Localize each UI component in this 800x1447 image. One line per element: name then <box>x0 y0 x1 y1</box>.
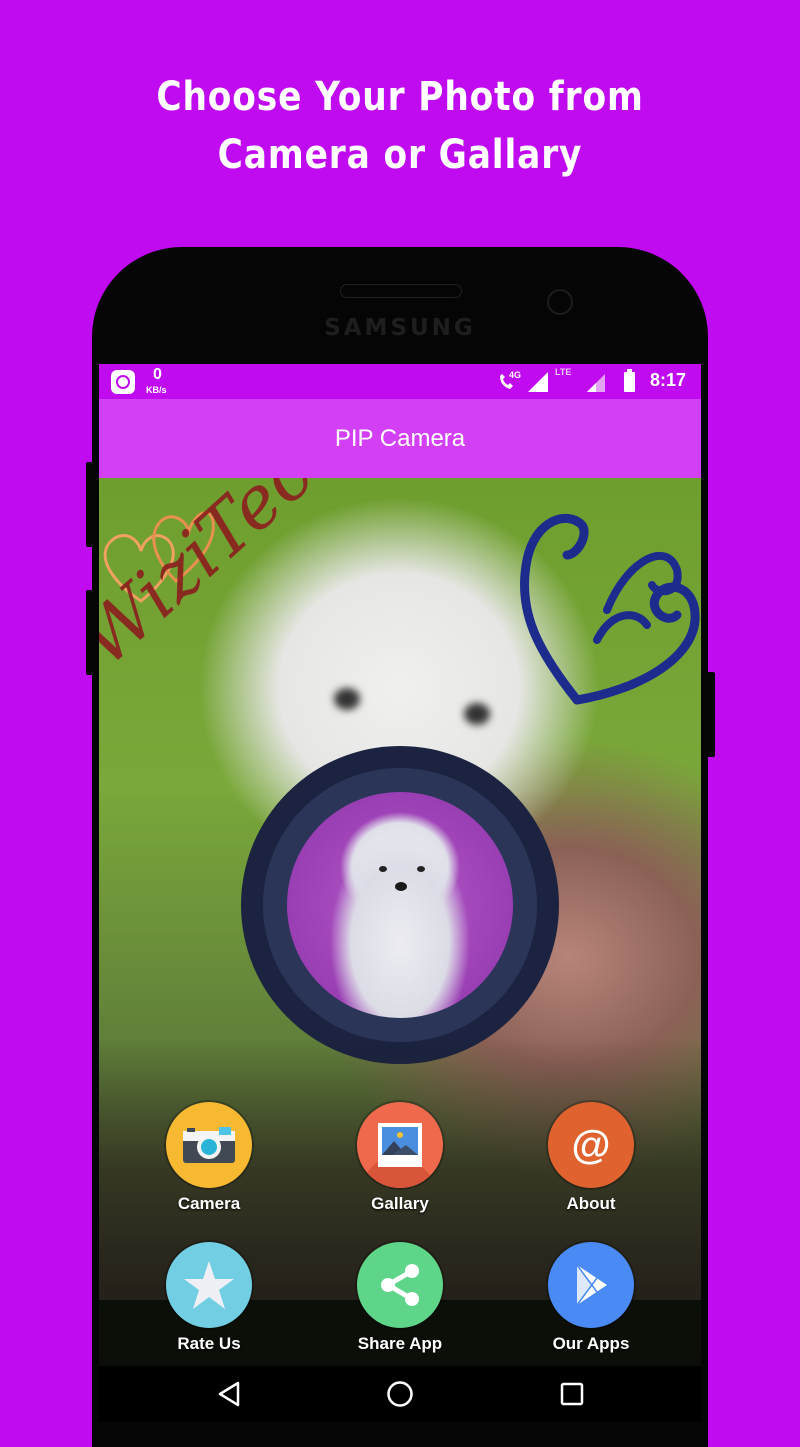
menu-rate-us-button[interactable]: Rate Us <box>149 1242 269 1354</box>
background-photo: WiziTech Camera Gallary @ About Rate Us … <box>99 478 701 1366</box>
blurred-dog-eye-left <box>334 688 360 710</box>
menu-camera-label: Camera <box>177 1194 241 1213</box>
network-speed-value: 0 <box>153 366 162 383</box>
promo-line-1: Choose Your Photo from <box>156 74 644 120</box>
speed-meter-icon <box>111 370 135 394</box>
star-icon <box>166 1242 252 1328</box>
home-icon <box>387 1381 413 1407</box>
device-brand: SAMSUNG <box>324 315 476 341</box>
recents-button[interactable] <box>557 1379 587 1409</box>
blue-heart-sticker <box>519 513 700 705</box>
power-button <box>707 672 715 757</box>
network-speed-unit: KB/s <box>146 385 167 395</box>
app-title: PIP Camera <box>334 425 466 452</box>
play-store-icon <box>548 1242 634 1328</box>
front-camera-icon <box>547 289 573 315</box>
camera-icon <box>166 1102 252 1188</box>
gallery-icon <box>357 1102 443 1188</box>
status-time: 8:17 <box>650 370 687 390</box>
dog-nose <box>395 882 407 891</box>
menu-our-apps-button[interactable]: Our Apps <box>531 1242 651 1354</box>
signal-weak-icon <box>587 374 605 397</box>
home-button[interactable] <box>385 1379 415 1409</box>
menu-rate-us-label: Rate Us <box>177 1334 241 1353</box>
menu-about-button[interactable]: @ About <box>531 1102 651 1214</box>
phone-screen: 0 KB/s 4G LTE 8:17 PIP Camera WiziTech C… <box>99 364 701 1422</box>
menu-gallery-label: Gallary <box>371 1194 429 1213</box>
dog-eye-right <box>417 866 425 872</box>
volume-up-button <box>86 462 94 547</box>
share-icon <box>357 1242 443 1328</box>
recents-icon <box>560 1382 584 1406</box>
status-bar: 0 KB/s 4G LTE 8:17 <box>99 364 701 399</box>
menu-our-apps-label: Our Apps <box>552 1334 630 1353</box>
app-bar: PIP Camera <box>99 399 701 478</box>
pip-photo <box>287 792 513 1018</box>
promo-headline: Choose Your Photo from Camera or Gallary <box>56 68 744 184</box>
signal-icon <box>528 372 548 397</box>
blurred-dog-eye-right <box>464 703 490 725</box>
volte-call-icon: 4G <box>497 370 527 392</box>
battery-icon <box>624 369 635 392</box>
lens-frame <box>241 746 559 1064</box>
back-button[interactable] <box>214 1379 244 1409</box>
dog-eye-left <box>379 866 387 872</box>
menu-share-app-button[interactable]: Share App <box>340 1242 460 1354</box>
lte-icon: LTE <box>555 367 581 389</box>
menu-share-app-label: Share App <box>357 1334 443 1353</box>
menu-camera-button[interactable]: Camera <box>149 1102 269 1214</box>
promo-line-2: Camera or Gallary <box>217 132 583 178</box>
network-type-label: 4G <box>509 370 522 380</box>
back-icon <box>218 1381 240 1407</box>
menu-gallery-button[interactable]: Gallary <box>340 1102 460 1214</box>
at-icon: @ <box>548 1102 634 1188</box>
menu-about-label: About <box>566 1194 616 1213</box>
earpiece-speaker <box>340 284 462 298</box>
volume-down-button <box>86 590 94 675</box>
navigation-bar <box>99 1366 701 1422</box>
lte-label: LTE <box>555 367 572 377</box>
